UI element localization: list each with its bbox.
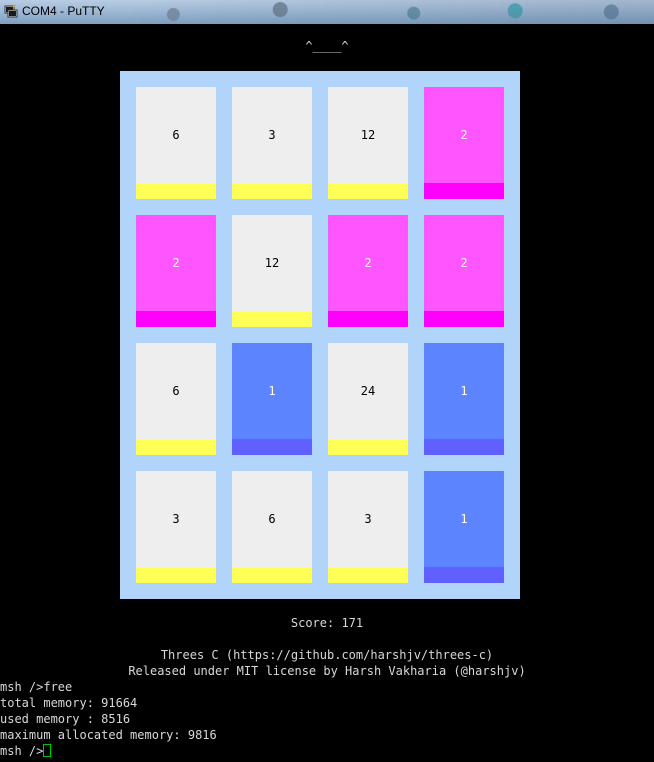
tile-value: 3 (328, 471, 408, 567)
window-titlebar[interactable]: COM4 - PuTTY (0, 0, 654, 24)
shell-line: msh />free (0, 680, 73, 694)
tile-base (232, 311, 312, 327)
tile: 2 (328, 215, 408, 327)
tile: 2 (424, 87, 504, 199)
tile-value: 2 (424, 215, 504, 311)
tile-value: 2 (424, 87, 504, 183)
tile-value: 12 (232, 215, 312, 311)
tile: 3 (136, 471, 216, 583)
tile-base (328, 439, 408, 455)
tile: 2 (424, 215, 504, 327)
tile-value: 1 (232, 343, 312, 439)
tile-base (232, 183, 312, 199)
tile-value: 12 (328, 87, 408, 183)
game-board: 6 3 12 2 2 12 2 2 6 1 24 1 3 6 3 1 (120, 71, 520, 599)
tile-base (424, 311, 504, 327)
shell-line: maximum allocated memory: 9816 (0, 728, 217, 742)
window-title: COM4 - PuTTY (22, 4, 105, 18)
tile-value: 3 (232, 87, 312, 183)
tile-value: 2 (328, 215, 408, 311)
tile: 12 (232, 215, 312, 327)
tile-base (328, 183, 408, 199)
tile-value: 1 (424, 471, 504, 567)
tile: 6 (232, 471, 312, 583)
tile-value: 6 (232, 471, 312, 567)
tile-value: 24 (328, 343, 408, 439)
tile: 6 (136, 87, 216, 199)
tile: 6 (136, 343, 216, 455)
tile-base (136, 567, 216, 583)
tile-value: 1 (424, 343, 504, 439)
tile-base (328, 311, 408, 327)
tile: 1 (232, 343, 312, 455)
tile-value: 6 (136, 87, 216, 183)
game-face: ^____^ (305, 39, 349, 53)
tile: 3 (328, 471, 408, 583)
tile: 2 (136, 215, 216, 327)
tile-base (328, 567, 408, 583)
tile-value: 2 (136, 215, 216, 311)
tile: 24 (328, 343, 408, 455)
score-text: Score: 171 (290, 616, 364, 630)
tile-value: 6 (136, 343, 216, 439)
tile-base (136, 439, 216, 455)
credit-line-1: Threes C (https://github.com/harshjv/thr… (160, 648, 494, 662)
putty-icon[interactable] (4, 4, 18, 18)
tile: 12 (328, 87, 408, 199)
tile: 1 (424, 343, 504, 455)
tile-base (232, 439, 312, 455)
shell-line: total memory: 91664 (0, 696, 138, 710)
tile-base (232, 567, 312, 583)
tile-base (136, 183, 216, 199)
tile-value: 3 (136, 471, 216, 567)
tile-base (424, 567, 504, 583)
tile-base (424, 183, 504, 199)
credit-line-2: Released under MIT license by Harsh Vakh… (128, 664, 526, 678)
titlebar-backdrop (120, 0, 654, 24)
tile-base (136, 311, 216, 327)
tile: 1 (424, 471, 504, 583)
shell-prompt-line[interactable]: msh /> (0, 743, 52, 759)
tile: 3 (232, 87, 312, 199)
terminal-cursor (43, 744, 52, 757)
tile-base (424, 439, 504, 455)
shell-prompt: msh /> (0, 744, 44, 758)
shell-line: used memory : 8516 (0, 712, 131, 726)
